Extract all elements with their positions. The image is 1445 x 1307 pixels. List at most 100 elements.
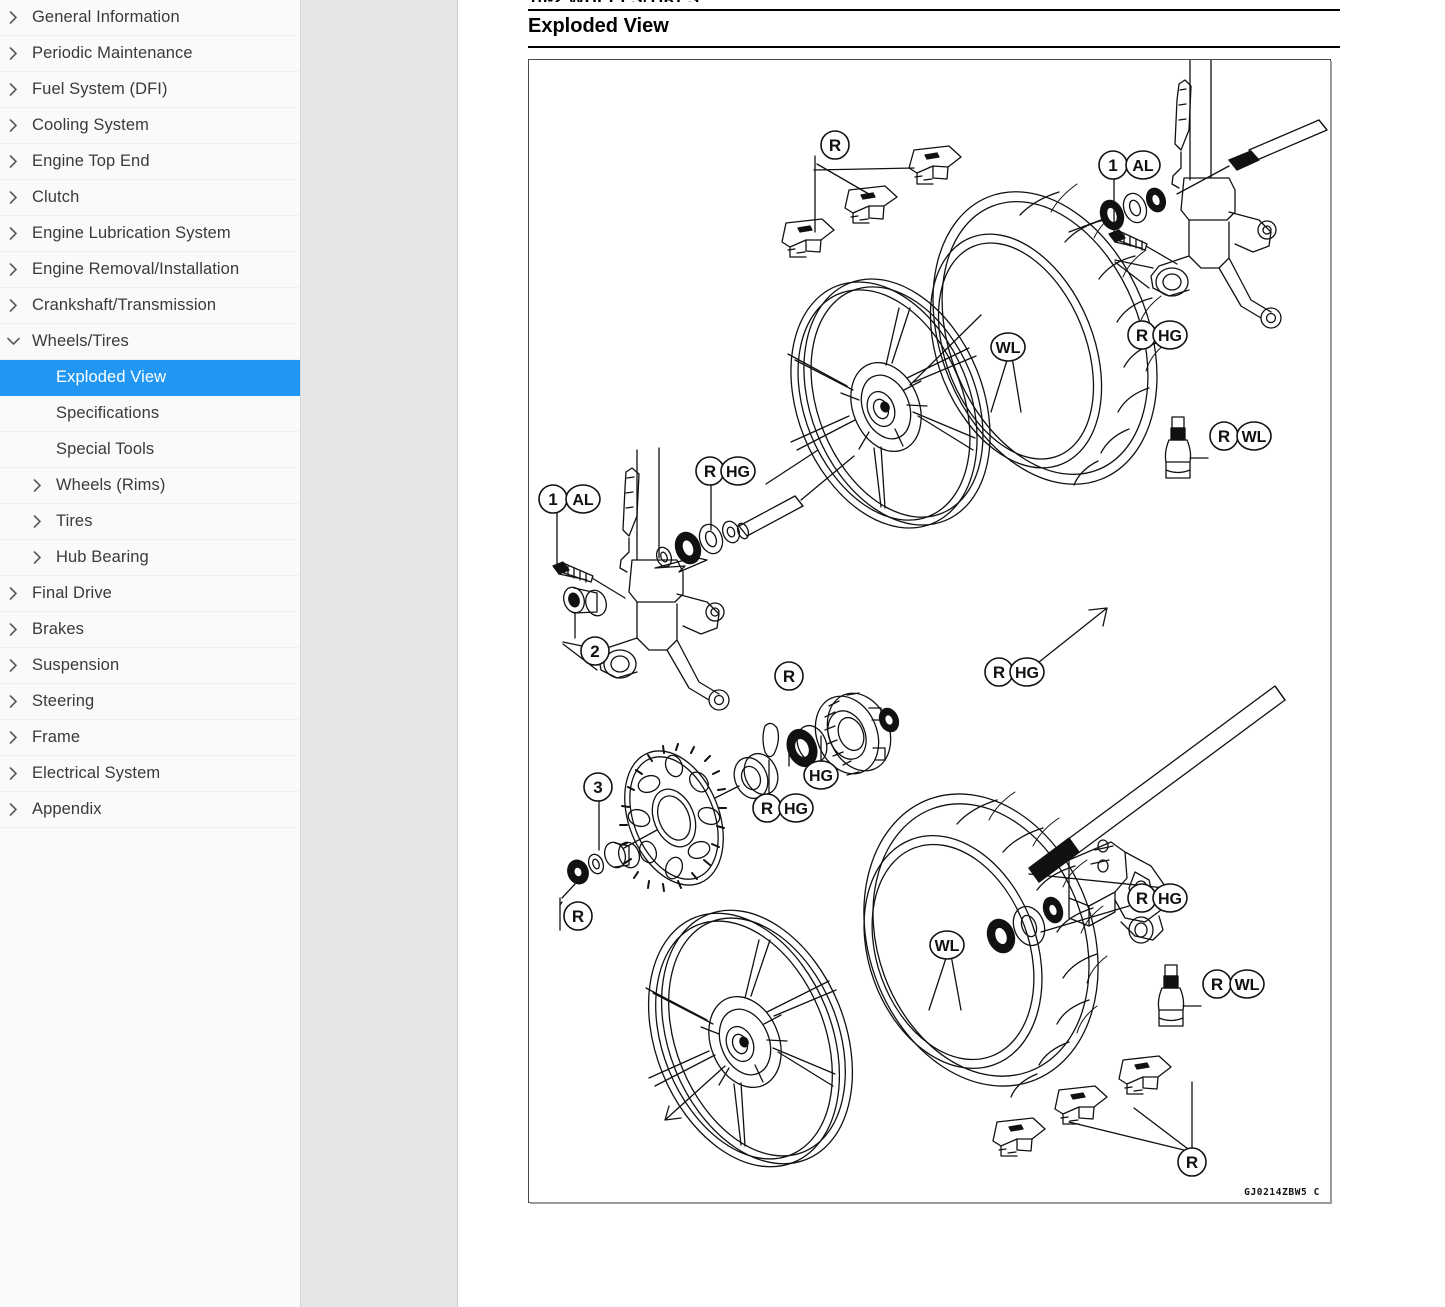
callout-label: R [829, 136, 841, 155]
rear-axle [1029, 686, 1285, 888]
sidebar-item-frame[interactable]: Frame [0, 720, 300, 756]
callout-bubble: 3 [584, 773, 612, 801]
sidebar-item-suspension[interactable]: Suspension [0, 648, 300, 684]
callout-bubble: R [564, 902, 592, 930]
sidebar-item-label: Engine Top End [32, 152, 150, 171]
callout-bubble: WL [1237, 422, 1271, 450]
callout-bubble: 1 [1099, 151, 1127, 179]
chevron-right-icon[interactable] [2, 47, 24, 60]
sidebar-item-brakes[interactable]: Brakes [0, 612, 300, 648]
chevron-right-icon[interactable] [2, 83, 24, 96]
sidebar-item-appendix[interactable]: Appendix [0, 792, 300, 828]
callout-label: 3 [593, 778, 602, 797]
sidebar-item-fuel-system-dfi[interactable]: Fuel System (DFI) [0, 72, 300, 108]
sidebar-item-special-tools[interactable]: Special Tools [0, 432, 300, 468]
exploded-view-figure: R1ALWLRHGRWLRHG1AL2RRHGHG3RHGRRHGWLRWLR … [528, 59, 1331, 1203]
sidebar-item-final-drive[interactable]: Final Drive [0, 576, 300, 612]
callout-bubble: HG [721, 457, 755, 485]
sidebar-item-label: Brakes [32, 620, 84, 639]
document-viewer[interactable]: 10-2 WHEELS/TIRES Exploded View [458, 0, 1445, 1307]
callout-label: WL [1242, 429, 1267, 446]
callout-bubble: 1 [539, 485, 567, 513]
front-axle-upper [1177, 120, 1327, 194]
sidebar-item-label: Wheels (Rims) [56, 476, 165, 495]
sidebar-item-cooling-system[interactable]: Cooling System [0, 108, 300, 144]
callout-bubble: WL [991, 333, 1025, 361]
chevron-right-icon[interactable] [2, 155, 24, 168]
chevron-right-icon[interactable] [2, 731, 24, 744]
sidebar-item-exploded-view[interactable]: Exploded View [0, 360, 300, 396]
chevron-right-icon[interactable] [2, 191, 24, 204]
sidebar-item-general-information[interactable]: General Information [0, 0, 300, 36]
sidebar-item-steering[interactable]: Steering [0, 684, 300, 720]
rear-sprocket [606, 736, 742, 900]
sidebar-item-label: Electrical System [32, 764, 160, 783]
sidebar-item-label: Appendix [32, 800, 102, 819]
sidebar-item-wheels-rims[interactable]: Wheels (Rims) [0, 468, 300, 504]
sidebar-item-wheels-tires[interactable]: Wheels/Tires [0, 324, 300, 360]
callout-label: HG [809, 768, 833, 785]
sidebar-item-engine-removal-installation[interactable]: Engine Removal/Installation [0, 252, 300, 288]
sidebar-item-crankshaft-transmission[interactable]: Crankshaft/Transmission [0, 288, 300, 324]
sidebar-item-label: Specifications [56, 404, 159, 423]
sidebar-item-electrical-system[interactable]: Electrical System [0, 756, 300, 792]
sidebar-item-label: Fuel System (DFI) [32, 80, 168, 99]
sidebar-item-label: Periodic Maintenance [32, 44, 193, 63]
sidebar-item-engine-lubrication-system[interactable]: Engine Lubrication System [0, 216, 300, 252]
callout-label: R [1218, 427, 1230, 446]
callout-label: R [1186, 1153, 1198, 1172]
callout-label: AL [572, 492, 594, 509]
front-hub-spacers-lower [654, 519, 742, 569]
sidebar-item-label: Engine Removal/Installation [32, 260, 239, 279]
chevron-right-icon[interactable] [2, 263, 24, 276]
chevron-right-icon[interactable] [2, 623, 24, 636]
front-fork-right [1115, 60, 1281, 328]
sidebar-navigation[interactable]: General Information Periodic Maintenance F… [0, 0, 301, 1307]
chevron-right-icon[interactable] [2, 119, 24, 132]
sidebar-item-label: Special Tools [56, 440, 154, 459]
chevron-right-icon[interactable] [2, 659, 24, 672]
header-rule-bottom [528, 46, 1340, 48]
callout-label: R [1136, 326, 1148, 345]
front-axle-middle [736, 496, 803, 540]
sidebar-item-hub-bearing[interactable]: Hub Bearing [0, 540, 300, 576]
sidebar-item-tires[interactable]: Tires [0, 504, 300, 540]
rear-hub-spacers-right [983, 895, 1129, 957]
fork-bolt-upper [1109, 230, 1147, 250]
sidebar-item-engine-top-end[interactable]: Engine Top End [0, 144, 300, 180]
callout-label: HG [1158, 328, 1182, 345]
collar-part-2 [560, 585, 609, 619]
chevron-right-icon[interactable] [2, 695, 24, 708]
chevron-down-icon[interactable] [2, 337, 24, 346]
fork-bolt-lower [553, 562, 593, 582]
sidebar-item-label: Tires [56, 512, 93, 531]
chevron-right-icon[interactable] [2, 587, 24, 600]
callout-label: R [783, 667, 795, 686]
sidebar-item-clutch[interactable]: Clutch [0, 180, 300, 216]
chevron-right-icon[interactable] [2, 11, 24, 24]
sidebar-item-label: Final Drive [32, 584, 112, 603]
chevron-right-icon[interactable] [2, 803, 24, 816]
callout-bubble: R [1203, 970, 1231, 998]
sidebar-item-list: General Information Periodic Maintenance F… [0, 0, 300, 828]
rear-tire [824, 761, 1137, 1120]
chevron-right-icon[interactable] [2, 299, 24, 312]
callout-bubble: AL [1126, 151, 1160, 179]
sidebar-item-specifications[interactable]: Specifications [0, 396, 300, 432]
callout-label: HG [1158, 891, 1182, 908]
chevron-right-icon[interactable] [26, 479, 48, 492]
sidebar-item-periodic-maintenance[interactable]: Periodic Maintenance [0, 36, 300, 72]
chevron-right-icon[interactable] [26, 515, 48, 528]
chevron-right-icon[interactable] [26, 551, 48, 564]
callout-bubble: HG [1010, 658, 1044, 686]
header-rule-top [528, 9, 1340, 11]
callout-bubble: R [821, 131, 849, 159]
sidebar-item-label: Suspension [32, 656, 119, 675]
callout-bubble: R [753, 794, 781, 822]
callout-label: WL [996, 340, 1021, 357]
callout-label: HG [726, 464, 750, 481]
sidebar-item-label: Clutch [32, 188, 79, 207]
callout-bubble: AL [566, 485, 600, 513]
chevron-right-icon[interactable] [2, 767, 24, 780]
chevron-right-icon[interactable] [2, 227, 24, 240]
